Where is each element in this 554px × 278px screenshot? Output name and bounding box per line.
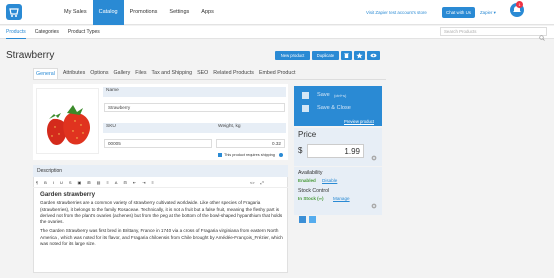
fullscreen-icon[interactable]: ⤢	[261, 180, 264, 185]
sku-field[interactable]: 00005	[104, 139, 212, 148]
sku-label-strip	[103, 123, 286, 133]
availability-label: Availability	[298, 170, 323, 176]
indent-icon[interactable]: ⇥	[142, 180, 145, 185]
table-icon[interactable]: ⊞	[87, 180, 90, 185]
star-icon	[356, 52, 363, 59]
name-field[interactable]: Strawberry	[104, 103, 285, 112]
italic-icon[interactable]: I	[53, 180, 54, 185]
bold-icon[interactable]: B	[44, 180, 47, 185]
requires-shipping-checkbox[interactable]	[218, 153, 222, 157]
product-image[interactable]	[36, 88, 99, 154]
page-title: Strawberry	[6, 50, 55, 61]
block-icon[interactable]: ⊟	[123, 180, 126, 185]
twitter-icon[interactable]	[309, 216, 316, 223]
paragraph-format-icon[interactable]: ¶	[36, 180, 38, 185]
visit-store-link[interactable]: Visit Zapier test account's store	[366, 10, 427, 15]
subnav-products[interactable]: Products	[6, 26, 26, 39]
weight-field[interactable]: 0.32	[216, 139, 285, 148]
strikethrough-icon[interactable]: S	[69, 180, 72, 185]
name-label: Name	[106, 88, 119, 93]
font-color-icon[interactable]: A	[115, 180, 118, 185]
subnav-categories[interactable]: Categories	[35, 26, 59, 39]
search-input[interactable]: Search Products	[440, 27, 547, 36]
facebook-icon[interactable]	[299, 216, 306, 223]
availability-status: Enabled	[298, 178, 316, 183]
price-label: Price	[298, 130, 317, 139]
name-label-strip	[103, 87, 286, 97]
description-paragraph: Garden strawberries are a common variety…	[40, 200, 283, 225]
star-button[interactable]	[354, 51, 365, 60]
user-menu[interactable]: Zapier ▾	[480, 10, 496, 16]
manage-stock-link[interactable]: Manage	[333, 196, 350, 201]
stock-status: In Stock (∞)	[298, 196, 324, 201]
new-product-button[interactable]: New product	[275, 51, 310, 60]
image-icon[interactable]: ▣	[78, 180, 82, 185]
nav-promotions[interactable]: Promotions	[124, 0, 164, 25]
source-code-icon[interactable]: <>	[250, 180, 255, 185]
price-field[interactable]: 1.99	[307, 144, 364, 158]
nav-my-sales[interactable]: My Sales	[58, 0, 93, 25]
main-nav: My Sales Catalog Promotions Settings App…	[58, 0, 220, 25]
view-button[interactable]	[367, 51, 380, 60]
align-icon[interactable]: ≡	[106, 180, 108, 185]
description-label: Description	[33, 165, 288, 177]
save-close-check-icon[interactable]	[302, 105, 309, 112]
eye-icon	[370, 53, 377, 58]
save-button[interactable]: Save	[317, 92, 330, 98]
nav-apps[interactable]: Apps	[195, 0, 220, 25]
weight-label: Weight, kg	[218, 124, 241, 129]
save-check-icon[interactable]	[302, 92, 309, 99]
list-icon[interactable]: ▤	[97, 180, 101, 185]
save-close-button[interactable]: Save & Close	[317, 105, 351, 111]
stock-gear-icon[interactable]	[371, 196, 377, 209]
description-content[interactable]: Garden strawberry Garden strawberries ar…	[40, 191, 284, 250]
catalog-subnav: Products Categories Product Types	[6, 26, 109, 39]
description-heading: Garden strawberry	[40, 191, 96, 198]
trash-icon	[344, 53, 349, 58]
disable-link[interactable]: Disable	[322, 178, 337, 183]
info-icon[interactable]	[279, 153, 283, 157]
search-icon[interactable]	[539, 28, 545, 41]
subnav-product-types[interactable]: Product Types	[68, 26, 100, 39]
description-paragraph: The Garden Strawberry was first bred in …	[40, 228, 283, 247]
preview-product-link[interactable]: Preview product	[344, 119, 374, 124]
sku-label: SKU	[106, 124, 116, 129]
nav-catalog[interactable]: Catalog	[92, 0, 124, 25]
outdent-icon[interactable]: ⇤	[133, 180, 136, 185]
editor-toolbar: ¶ B I U S ▣ ⊞ ▤ ≡ A ⊟ ⇤ ⇥ ≡ <> ⤢	[33, 178, 288, 188]
currency-symbol: $	[298, 146, 303, 155]
underline-icon[interactable]: U	[60, 180, 63, 185]
justify-icon[interactable]: ≡	[152, 180, 154, 185]
stock-control-label: Stock Control	[298, 188, 330, 194]
strawberry-image	[47, 105, 91, 145]
notification-badge: 1	[516, 1, 523, 8]
chat-button[interactable]: Chat with Us	[442, 7, 475, 18]
nav-settings[interactable]: Settings	[163, 0, 195, 25]
save-shortcut: (ctrl+s)	[334, 93, 347, 98]
delete-button[interactable]	[341, 51, 352, 60]
duplicate-button[interactable]: Duplicate	[312, 51, 339, 60]
tab-divider	[33, 79, 386, 80]
requires-shipping-label: This product requires shipping	[224, 153, 275, 157]
price-gear-icon[interactable]	[371, 148, 377, 161]
store-logo-icon[interactable]	[6, 4, 22, 20]
